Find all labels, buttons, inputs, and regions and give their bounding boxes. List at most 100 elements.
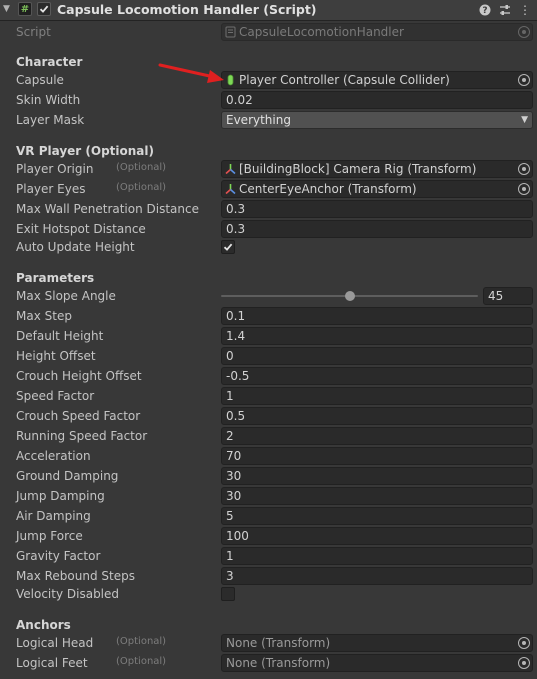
player-origin-field[interactable]: [BuildingBlock] Camera Rig (Transform) xyxy=(221,160,533,178)
param-field[interactable]: 2 xyxy=(221,427,533,445)
optional-tag: (Optional) xyxy=(116,656,167,667)
param-value: 100 xyxy=(226,529,249,543)
max-wall-penetration-value: 0.3 xyxy=(226,202,246,216)
skin-width-value: 0.02 xyxy=(226,93,253,107)
layer-mask-label: Layer Mask xyxy=(16,113,85,127)
svg-text:?: ? xyxy=(482,6,487,16)
param-value: 70 xyxy=(226,449,242,463)
optional-tag: (Optional) xyxy=(116,636,167,647)
param-value: 30 xyxy=(226,469,242,483)
player-origin-label: Player Origin xyxy=(16,162,94,176)
param-label: Crouch Height Offset xyxy=(16,369,142,383)
velocity-disabled-checkbox[interactable] xyxy=(221,587,235,601)
param-value: 1 xyxy=(226,389,234,403)
layer-mask-dropdown[interactable]: Everything ▼ xyxy=(221,111,533,129)
param-value: 30 xyxy=(226,489,242,503)
dropdown-arrow-icon: ▼ xyxy=(521,115,528,125)
param-field[interactable]: -0.5 xyxy=(221,367,533,385)
param-field[interactable]: 1 xyxy=(221,387,533,405)
param-label: Jump Damping xyxy=(16,489,105,503)
logical-head-label: Logical Head xyxy=(16,636,94,650)
component-title: Capsule Locomotion Handler (Script) xyxy=(57,2,317,17)
logical-feet-field[interactable]: None (Transform) xyxy=(221,654,533,672)
exit-hotspot-field[interactable]: 0.3 xyxy=(221,220,533,238)
more-options-icon[interactable]: ⋮ xyxy=(518,2,532,18)
auto-update-height-label: Auto Update Height xyxy=(16,240,135,254)
param-label: Max Step xyxy=(16,309,72,323)
max-slope-angle-value: 45 xyxy=(488,289,504,303)
presets-icon[interactable] xyxy=(498,2,512,18)
param-label: Running Speed Factor xyxy=(16,429,148,443)
param-field[interactable]: 30 xyxy=(221,467,533,485)
logical-head-field[interactable]: None (Transform) xyxy=(221,634,533,652)
max-slope-angle-slider-thumb[interactable] xyxy=(344,291,355,301)
param-value: 1.4 xyxy=(226,329,246,343)
param-label: Ground Damping xyxy=(16,469,119,483)
foldout-arrow-icon[interactable]: ▼ xyxy=(3,3,13,15)
param-field[interactable]: 70 xyxy=(221,447,533,465)
player-eyes-label: Player Eyes xyxy=(16,182,86,196)
param-field[interactable]: 100 xyxy=(221,527,533,545)
capsule-label: Capsule xyxy=(16,73,64,87)
param-value: -0.5 xyxy=(226,369,250,383)
section-anchors: Anchors xyxy=(16,618,71,632)
component-header: ▼ # Capsule Locomotion Handler (Script) … xyxy=(0,0,537,21)
exit-hotspot-value: 0.3 xyxy=(226,222,246,236)
capsule-collider-icon xyxy=(227,74,234,86)
script-field: CapsuleLocomotionHandler xyxy=(221,23,533,41)
param-label: Height Offset xyxy=(16,349,96,363)
param-label: Gravity Factor xyxy=(16,549,101,563)
param-value: 5 xyxy=(226,509,234,523)
optional-tag: (Optional) xyxy=(116,162,167,173)
max-slope-angle-field[interactable]: 45 xyxy=(483,287,533,305)
skin-width-field[interactable]: 0.02 xyxy=(221,91,533,109)
param-label: Jump Force xyxy=(16,529,83,543)
param-field[interactable]: 3 xyxy=(221,567,533,585)
param-label: Crouch Speed Factor xyxy=(16,409,141,423)
param-field[interactable]: 0.1 xyxy=(221,307,533,325)
exit-hotspot-label: Exit Hotspot Distance xyxy=(16,222,146,236)
script-label: Script xyxy=(16,25,51,39)
param-field[interactable]: 0.5 xyxy=(221,407,533,425)
param-field[interactable]: 5 xyxy=(221,507,533,525)
script-icon: # xyxy=(18,2,32,16)
script-value: CapsuleLocomotionHandler xyxy=(239,25,404,39)
param-label: Air Damping xyxy=(16,509,91,523)
param-field[interactable]: 1 xyxy=(221,547,533,565)
param-label: Acceleration xyxy=(16,449,91,463)
player-eyes-value: CenterEyeAnchor (Transform) xyxy=(239,182,417,196)
component-enabled-checkbox[interactable] xyxy=(37,2,51,16)
logical-feet-value: None (Transform) xyxy=(226,656,331,670)
red-annotation-arrow-icon xyxy=(158,63,224,83)
help-icon[interactable]: ? xyxy=(478,2,492,18)
param-value: 0.1 xyxy=(226,309,246,323)
section-vr-player: VR Player (Optional) xyxy=(16,144,155,158)
object-picker-icon[interactable] xyxy=(518,637,530,649)
script-file-icon xyxy=(225,26,236,38)
param-field[interactable]: 30 xyxy=(221,487,533,505)
object-picker-icon[interactable] xyxy=(518,657,530,669)
layer-mask-value: Everything xyxy=(226,113,291,127)
capsule-value: Player Controller (Capsule Collider) xyxy=(239,73,450,87)
auto-update-height-checkbox[interactable] xyxy=(221,240,235,254)
object-picker-icon xyxy=(518,26,530,38)
logical-feet-label: Logical Feet xyxy=(16,656,88,670)
logical-head-value: None (Transform) xyxy=(226,636,331,650)
param-label: Default Height xyxy=(16,329,104,343)
transform-icon xyxy=(225,164,236,175)
param-value: 2 xyxy=(226,429,234,443)
player-origin-value: [BuildingBlock] Camera Rig (Transform) xyxy=(239,162,477,176)
max-wall-penetration-label: Max Wall Penetration Distance xyxy=(16,202,199,216)
object-picker-icon[interactable] xyxy=(518,183,530,195)
object-picker-icon[interactable] xyxy=(518,74,530,86)
capsule-field[interactable]: Player Controller (Capsule Collider) xyxy=(221,71,533,89)
object-picker-icon[interactable] xyxy=(518,163,530,175)
param-value: 0 xyxy=(226,349,234,363)
checkmark-icon xyxy=(39,5,49,13)
param-value: 3 xyxy=(226,569,234,583)
max-slope-angle-label: Max Slope Angle xyxy=(16,289,116,303)
param-field[interactable]: 0 xyxy=(221,347,533,365)
player-eyes-field[interactable]: CenterEyeAnchor (Transform) xyxy=(221,180,533,198)
max-wall-penetration-field[interactable]: 0.3 xyxy=(221,200,533,218)
param-field[interactable]: 1.4 xyxy=(221,327,533,345)
